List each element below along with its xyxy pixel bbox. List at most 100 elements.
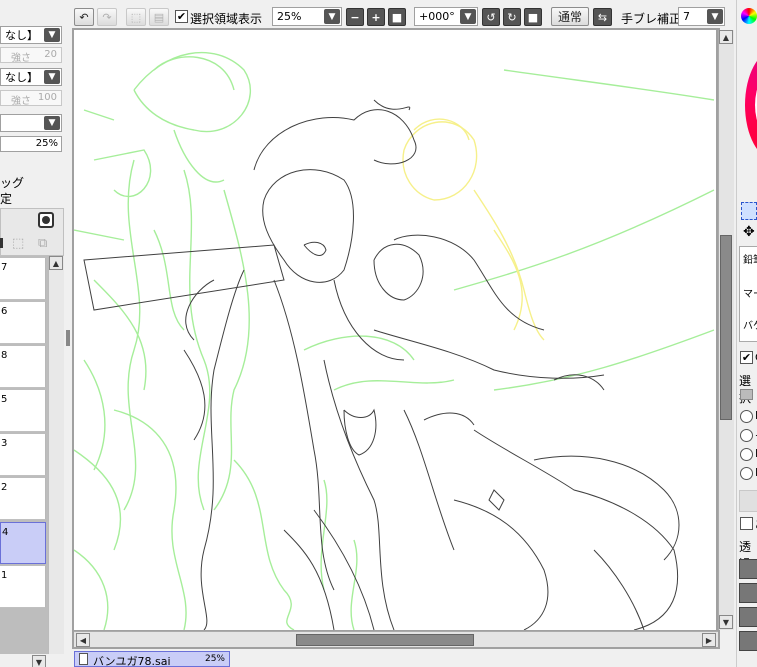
- layer-name: 8: [1, 350, 8, 361]
- selection-color-swatch[interactable]: [740, 389, 753, 400]
- lock-label: 定: [0, 192, 13, 206]
- rotation-value: +000°: [419, 10, 455, 23]
- document-filename: バンユガ78.sai: [93, 655, 171, 667]
- layer-name: 7: [1, 262, 8, 273]
- undo-button[interactable]: ↶: [74, 8, 94, 26]
- tool-pencil[interactable]: 鉛筆: [743, 251, 757, 266]
- chevron-down-icon: ▼: [44, 116, 60, 130]
- canvas-hscrollbar[interactable]: ◀ ▶: [74, 631, 718, 647]
- option-checkbox[interactable]: ✔: [740, 351, 753, 364]
- layer-item[interactable]: 6: [0, 302, 46, 344]
- layer-name: 2: [1, 482, 8, 493]
- chevron-down-icon[interactable]: ▼: [32, 655, 46, 667]
- zoom-reset-button[interactable]: ■: [388, 8, 406, 26]
- merge-down-icon[interactable]: ⧉: [38, 236, 54, 252]
- layer-name: 6: [1, 306, 8, 317]
- zoom-value: 25%: [277, 10, 302, 23]
- redo-button[interactable]: ↷: [97, 8, 117, 26]
- strength1-label: 強さ: [11, 53, 31, 64]
- strength1-box[interactable]: 強さ 20: [0, 47, 62, 64]
- blend-mode-button[interactable]: 通常: [551, 7, 589, 26]
- selection-display-label: 選択領域表示: [190, 12, 263, 26]
- strength2-label: 強さ: [11, 96, 31, 107]
- flip-horizontal-button[interactable]: ⇆: [593, 8, 612, 26]
- stabilizer-select[interactable]: 7 ▼: [678, 7, 725, 26]
- document-tab[interactable]: バンユガ78.sai 25%: [74, 651, 230, 667]
- canvas[interactable]: [74, 30, 716, 630]
- brush-preset-2[interactable]: [739, 583, 757, 603]
- deselect-button[interactable]: ⬚: [126, 8, 146, 26]
- strength2-value: 100: [37, 92, 57, 103]
- chevron-down-icon: ▼: [324, 9, 340, 24]
- antialias-checkbox[interactable]: [740, 517, 753, 530]
- layer-name: 5: [1, 394, 8, 405]
- layer-item[interactable]: 8: [0, 346, 46, 388]
- strength1-value: 20: [44, 49, 57, 60]
- document-icon: [79, 653, 88, 665]
- chevron-up-icon[interactable]: ▲: [49, 256, 63, 270]
- layer-scrollbar[interactable]: ▲: [48, 256, 64, 654]
- zoom-out-button[interactable]: −: [346, 8, 364, 26]
- canvas-vscrollbar[interactable]: ▲ ▼: [718, 30, 734, 630]
- right-panel: ✥ 鉛筆 マー バケ ✔ C 選択 I デ I D あ 透過: [736, 0, 757, 667]
- disabled-button[interactable]: [739, 490, 757, 512]
- effect-select[interactable]: なし】 ▼: [0, 68, 62, 86]
- zoom-select[interactable]: 25% ▼: [272, 7, 342, 26]
- selection-tool-icon[interactable]: [741, 202, 757, 220]
- transfer-down-icon[interactable]: ⬚: [12, 236, 28, 252]
- radio-option-2[interactable]: [740, 429, 753, 442]
- document-zoom: 25%: [204, 654, 225, 664]
- vscroll-thumb[interactable]: [720, 235, 732, 420]
- rotation-reset-button[interactable]: ■: [524, 8, 542, 26]
- layer-item-selected[interactable]: 4: [0, 522, 46, 564]
- chevron-down-icon: ▼: [44, 70, 60, 84]
- selection-display-checkbox[interactable]: ✔: [175, 10, 188, 23]
- rotate-cw-button[interactable]: ↻: [503, 8, 521, 26]
- chevron-down-icon: ▼: [460, 9, 476, 24]
- opacity-slider[interactable]: 25%: [0, 136, 62, 152]
- layer-list: 7 6 8 5 3 2 4 1: [0, 256, 48, 654]
- chevron-down-icon[interactable]: ▼: [719, 615, 733, 629]
- brush-preset-1[interactable]: [739, 559, 757, 579]
- green-sketch: [74, 51, 715, 630]
- invert-selection-button[interactable]: ▤: [149, 8, 169, 26]
- layer-blend-select[interactable]: ▼: [0, 114, 62, 132]
- chevron-down-icon: ▼: [707, 9, 723, 24]
- hscroll-thumb[interactable]: [296, 634, 474, 646]
- layer-item[interactable]: 1: [0, 566, 46, 608]
- strength2-box[interactable]: 強さ 100: [0, 90, 62, 107]
- opacity-value: 25%: [35, 138, 58, 149]
- zoom-in-button[interactable]: +: [367, 8, 385, 26]
- panel-splitter[interactable]: [66, 330, 70, 346]
- tool-list: 鉛筆 マー バケ: [739, 246, 757, 342]
- layer-name: 4: [2, 527, 9, 538]
- brush-preset-4[interactable]: [739, 631, 757, 651]
- layer-marker-icon: [0, 238, 3, 248]
- layer-item[interactable]: 7: [0, 258, 46, 300]
- radio-option-3[interactable]: [740, 448, 753, 461]
- tool-marker[interactable]: マー: [743, 285, 757, 300]
- move-tool-icon[interactable]: ✥: [743, 224, 755, 240]
- chevron-up-icon[interactable]: ▲: [719, 30, 733, 44]
- effect-value: なし】: [5, 71, 38, 84]
- layer-item[interactable]: 2: [0, 478, 46, 520]
- tool-bucket[interactable]: バケ: [743, 317, 757, 332]
- chevron-left-icon[interactable]: ◀: [76, 633, 90, 647]
- layer-name: 1: [1, 570, 8, 581]
- new-layer-set-button[interactable]: [38, 212, 54, 228]
- radio-option-4[interactable]: [740, 467, 753, 480]
- chevron-down-icon: ▼: [44, 28, 60, 42]
- stabilizer-label: 手ブレ補正: [621, 12, 682, 26]
- rotate-ccw-button[interactable]: ↺: [482, 8, 500, 26]
- brush-preset-3[interactable]: [739, 607, 757, 627]
- yellow-sketch: [402, 118, 545, 341]
- layer-item[interactable]: 3: [0, 434, 46, 476]
- texture-select[interactable]: なし】 ▼: [0, 26, 62, 44]
- layer-item[interactable]: 5: [0, 390, 46, 432]
- clipping-label: ッグ: [0, 176, 25, 190]
- texture-value: なし】: [5, 29, 38, 42]
- color-wheel-icon[interactable]: [741, 8, 757, 24]
- radio-option-1[interactable]: [740, 410, 753, 423]
- chevron-right-icon[interactable]: ▶: [702, 633, 716, 647]
- rotation-select[interactable]: +000° ▼: [414, 7, 478, 26]
